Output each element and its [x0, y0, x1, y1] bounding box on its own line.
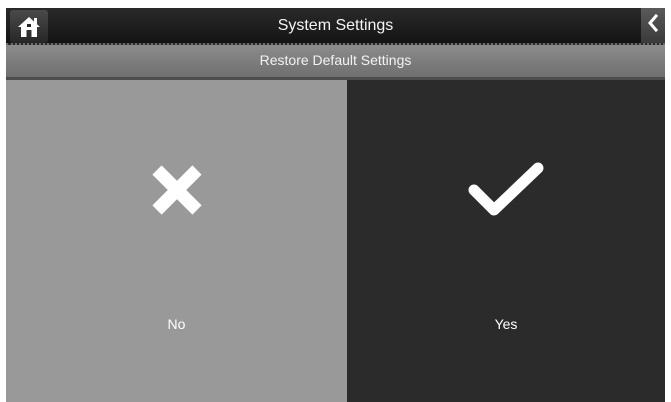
title-bar: System Settings	[6, 8, 665, 45]
home-icon	[16, 15, 42, 39]
section-header: Restore Default Settings	[6, 45, 665, 80]
chevron-left-icon	[647, 13, 659, 37]
checkmark-icon	[347, 160, 665, 220]
no-label: No	[167, 316, 186, 332]
yes-label: Yes	[494, 316, 518, 332]
home-button[interactable]	[10, 10, 48, 43]
close-x-icon	[6, 160, 347, 220]
restore-defaults-screen: System Settings Restore Default Settings…	[0, 0, 671, 402]
page-title: System Settings	[277, 17, 394, 34]
back-button[interactable]	[641, 8, 665, 43]
no-option-button[interactable]: No	[6, 80, 347, 402]
yes-option-button[interactable]: Yes	[347, 80, 665, 402]
